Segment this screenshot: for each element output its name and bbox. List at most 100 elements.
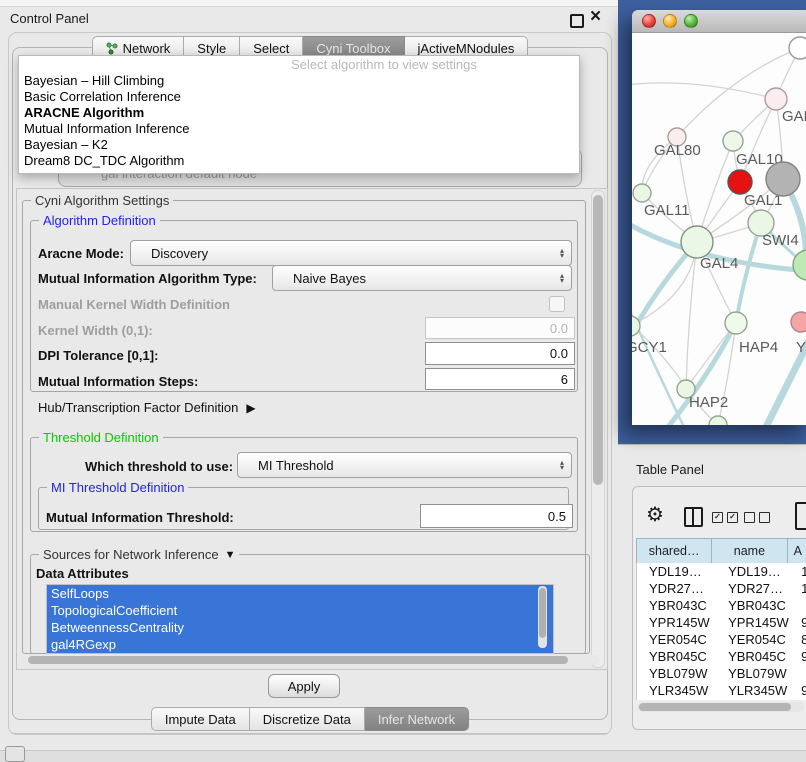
algorithm-dropdown-items: Bayesian – Hill ClimbingBasic Correlatio… <box>19 73 579 169</box>
table-column-header[interactable]: name <box>712 539 787 563</box>
table-column-header[interactable]: A <box>788 539 806 563</box>
close-panel-icon[interactable]: × <box>590 7 601 27</box>
table-cell: YDL19… <box>637 563 718 580</box>
table-cell: YDL19… <box>718 563 797 580</box>
cyni-settings-group-title: Cyni Algorithm Settings <box>31 193 173 208</box>
table-row[interactable]: YIL052CYIL052C9 <box>637 699 806 700</box>
table-row[interactable]: YBL079WYBL079W <box>637 665 806 682</box>
which-threshold-label: Which threshold to use: <box>85 459 233 474</box>
deselect-all-icon[interactable] <box>744 512 770 523</box>
stepper-arrows-icon: ▴▾ <box>560 248 564 258</box>
table-row[interactable]: YDL19…YDL19…13 <box>637 563 806 580</box>
table-cell: YBR043C <box>637 597 718 614</box>
tab-label: Infer Network <box>378 712 455 727</box>
network-edge[interactable] <box>632 83 776 99</box>
algorithm-option[interactable]: ARACNE Algorithm <box>19 105 579 121</box>
network-edge[interactable] <box>736 223 761 323</box>
table-cell: 8. <box>797 631 806 648</box>
manual-kernel-checkbox[interactable] <box>549 296 565 312</box>
hub-definition-label: Hub/Transcription Factor Definition <box>38 400 238 415</box>
algorithm-option[interactable]: Dream8 DC_TDC Algorithm <box>19 153 579 169</box>
algorithm-option[interactable]: Mutual Information Inference <box>19 121 579 137</box>
table-cell: YDR27… <box>637 580 718 597</box>
network-node[interactable] <box>709 416 727 425</box>
table-row[interactable]: YBR043CYBR043C <box>637 597 806 614</box>
settings-horizontal-scrollbar-thumb[interactable] <box>28 656 568 664</box>
attributes-list-scrollbar-thumb[interactable] <box>539 588 546 638</box>
collapse-down-icon: ▼ <box>225 549 236 561</box>
aracne-mode-select[interactable]: Discovery ▴▾ <box>130 240 572 266</box>
float-panel-icon[interactable] <box>570 14 584 28</box>
new-table-icon[interactable] <box>795 502 806 530</box>
attribute-list-item[interactable]: BetweennessCentrality <box>47 619 553 636</box>
table-cell: 9. <box>797 682 806 699</box>
zoom-window-icon[interactable] <box>684 14 698 28</box>
table-row[interactable]: YPR145WYPR145W9. <box>637 614 806 631</box>
network-node-gal10[interactable] <box>723 131 743 151</box>
tab-label: Style <box>197 41 226 56</box>
gear-icon[interactable]: ⚙ <box>646 504 664 526</box>
which-threshold-select[interactable]: MI Threshold ▴▾ <box>237 452 572 478</box>
table-row[interactable]: YBR045CYBR045C9. <box>637 648 806 665</box>
kernel-width-field[interactable]: 0.0 <box>425 317 575 339</box>
tab-discretize-data[interactable]: Discretize Data <box>250 707 365 731</box>
attribute-list-item[interactable]: TopologicalCoefficient <box>47 602 553 619</box>
mi-type-label: Mutual Information Algorithm Type: <box>38 271 257 286</box>
sources-group-header[interactable]: Sources for Network Inference ▼ <box>39 547 239 562</box>
network-node-hap4[interactable] <box>725 312 747 334</box>
select-all-icon[interactable]: ✓ ✓ <box>712 512 738 523</box>
table-row[interactable]: YLR345WYLR345W9. <box>637 682 806 699</box>
network-node-gal[interactable] <box>765 88 787 110</box>
network-node-gal11[interactable] <box>633 184 651 202</box>
table-cell: 9. <box>797 648 806 665</box>
control-panel-bottom-edge <box>12 733 608 734</box>
tab-infer-network[interactable]: Infer Network <box>365 707 469 731</box>
mi-steps-field[interactable]: 6 <box>425 368 575 390</box>
minimize-window-icon[interactable] <box>663 14 677 28</box>
column-view-icon[interactable] <box>684 507 703 527</box>
hub-definition-expander[interactable]: Hub/Transcription Factor Definition ▶ <box>38 400 256 415</box>
table-cell: 13 <box>797 563 806 580</box>
network-edge[interactable] <box>686 323 736 389</box>
attribute-list-item[interactable]: SelfLoops <box>47 585 553 602</box>
table-cell: YDR27… <box>718 580 797 597</box>
close-window-icon[interactable] <box>642 14 656 28</box>
table-row[interactable]: YDR27…YDR27…12 <box>637 580 806 597</box>
algorithm-option[interactable]: Bayesian – Hill Climbing <box>19 73 579 89</box>
table-header-row[interactable]: shared…nameA <box>636 538 806 564</box>
dpi-tolerance-field[interactable]: 0.0 <box>425 342 575 365</box>
network-node[interactable] <box>766 162 800 196</box>
tab-impute-data[interactable]: Impute Data <box>151 707 250 731</box>
settings-vertical-scrollbar-thumb[interactable] <box>593 195 603 485</box>
stepper-arrows-icon: ▴▾ <box>560 460 564 470</box>
table-panel-title: Table Panel <box>636 462 704 477</box>
network-canvas[interactable]: GALGAL80GAL10GAL1SWI4GAL11GAL4GCY1HAP4YH… <box>632 33 806 425</box>
table-row[interactable]: YER054CYER054C8. <box>637 631 806 648</box>
data-attributes-label: Data Attributes <box>36 566 129 581</box>
tab-label: Network <box>123 41 171 56</box>
aracne-mode-label: Aracne Mode: <box>38 246 124 261</box>
table-panel-top-edge <box>618 444 806 445</box>
network-node-gal1[interactable] <box>728 170 752 194</box>
network-edge[interactable] <box>686 242 697 389</box>
mi-type-select[interactable]: Naive Bayes ▴▾ <box>272 265 572 291</box>
algorithm-option[interactable]: Bayesian – K2 <box>19 137 579 153</box>
tab-label: Select <box>253 41 289 56</box>
expand-right-icon: ▶ <box>246 401 255 415</box>
apply-button[interactable]: Apply <box>268 674 340 698</box>
which-threshold-value: MI Threshold <box>238 458 560 473</box>
attribute-list-item[interactable]: gal4RGexp <box>47 636 553 653</box>
table-column-header[interactable]: shared… <box>637 539 712 563</box>
table-cell: YBL079W <box>718 665 797 682</box>
application-window: Control Panel × NetworkStyleSelectCyni T… <box>0 0 806 762</box>
mi-threshold-field[interactable]: 0.5 <box>420 504 573 528</box>
table-cell: YPR145W <box>718 614 797 631</box>
network-node[interactable] <box>789 37 806 59</box>
network-view-window[interactable]: GALGAL80GAL10GAL1SWI4GAL11GAL4GCY1HAP4YH… <box>632 10 806 425</box>
collapsed-panel-icon[interactable] <box>5 746 25 762</box>
network-window-titlebar[interactable] <box>632 10 806 33</box>
table-horizontal-scrollbar-thumb[interactable] <box>639 703 791 711</box>
network-node-gal4[interactable] <box>681 226 713 258</box>
network-node-y[interactable] <box>791 312 806 332</box>
algorithm-option[interactable]: Basic Correlation Inference <box>19 89 579 105</box>
